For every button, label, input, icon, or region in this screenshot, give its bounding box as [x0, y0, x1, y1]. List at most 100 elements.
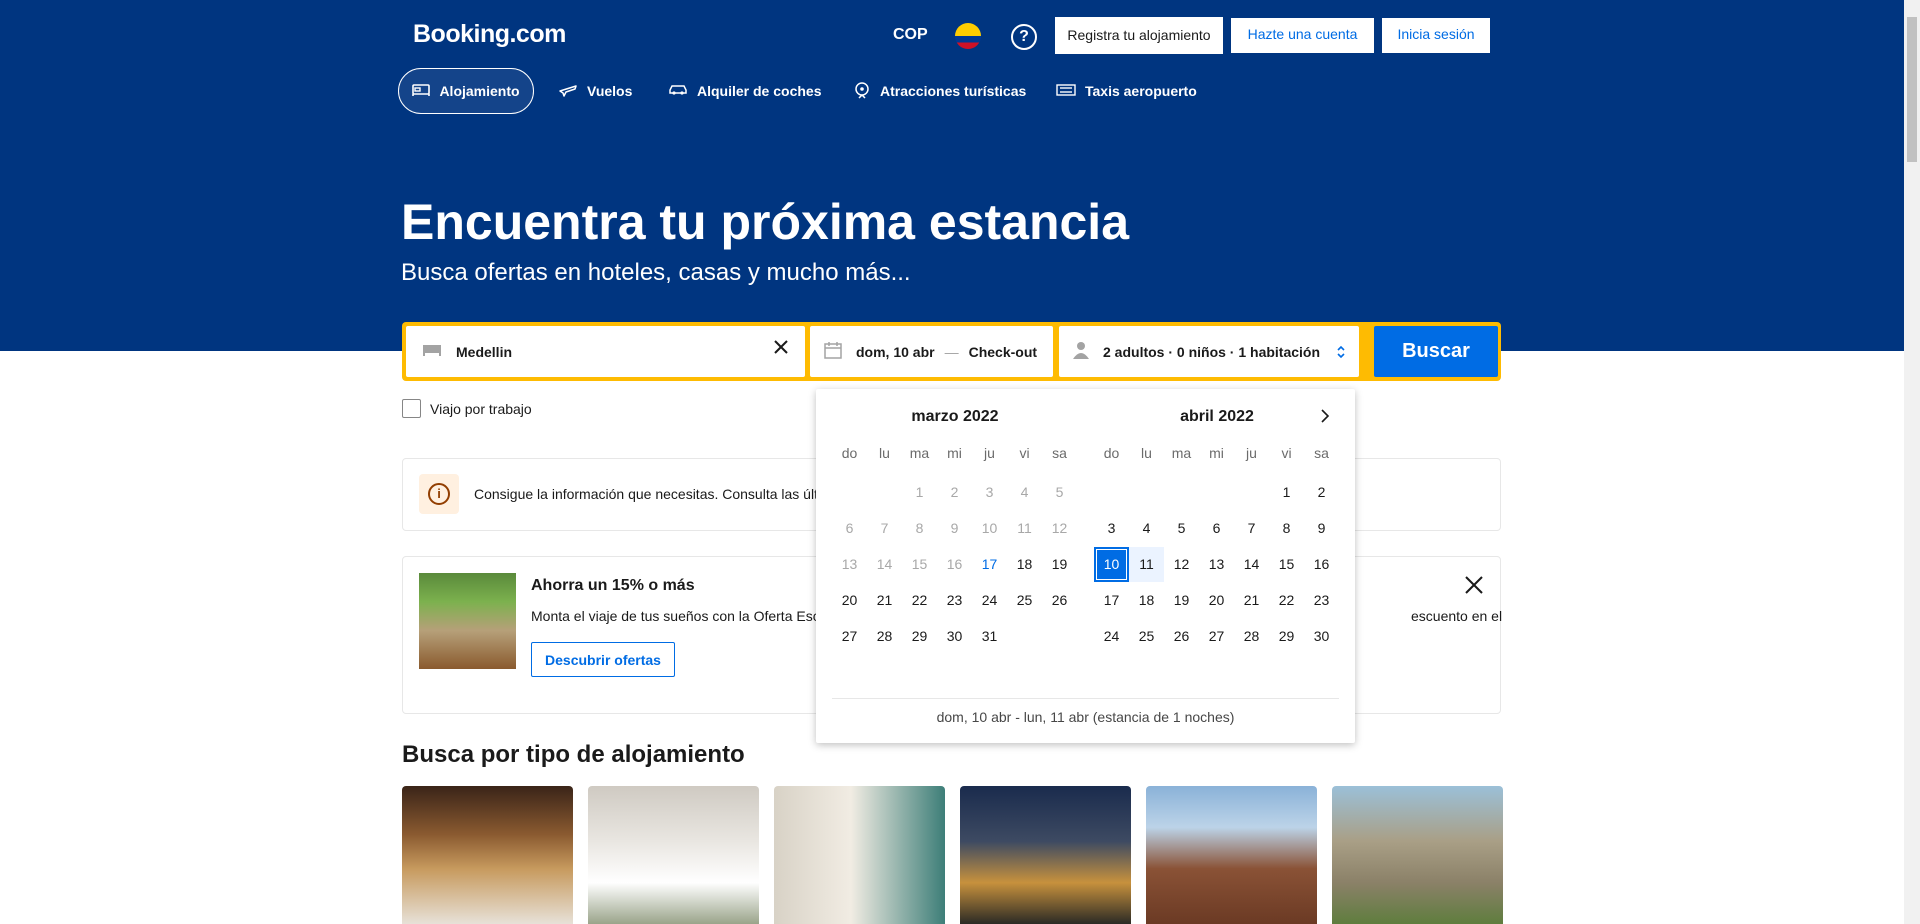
calendar-day[interactable]: 7	[1234, 511, 1269, 546]
calendar-day[interactable]: 26	[1042, 583, 1077, 618]
calendar-day[interactable]: 21	[867, 583, 902, 618]
calendar-day[interactable]: 25	[1007, 583, 1042, 618]
calendar-day[interactable]: 20	[832, 583, 867, 618]
calendar-day: 1	[915, 484, 924, 500]
car-icon	[668, 83, 688, 100]
promo-text: Monta el viaje de tus sueños con la Ofer…	[531, 608, 828, 624]
calendar-day[interactable]: 22	[902, 583, 937, 618]
calendar-day[interactable]: 8	[1269, 511, 1304, 546]
work-trip-checkbox[interactable]	[402, 399, 421, 418]
calendar-day[interactable]: 11	[1129, 547, 1164, 582]
nav-label: Taxis aeropuerto	[1085, 83, 1197, 99]
currency-selector[interactable]: COP	[893, 26, 928, 44]
nav-tab-airport-taxis[interactable]: Taxis aeropuerto	[1056, 68, 1197, 114]
chevron-right-icon[interactable]	[1320, 407, 1330, 428]
calendar-day[interactable]: 6	[1199, 511, 1234, 546]
weekday-label: ju	[1246, 445, 1257, 461]
calendar-day[interactable]: 13	[1199, 547, 1234, 582]
weekday-label: do	[841, 445, 858, 461]
calendar-day[interactable]: 28	[867, 619, 902, 654]
property-type-card-hotels[interactable]	[402, 786, 573, 924]
discover-deals-button[interactable]: Descubrir ofertas	[531, 642, 675, 677]
weekday-label: ma	[909, 445, 930, 461]
calendar-day[interactable]: 18	[1007, 547, 1042, 582]
calendar-day: 8	[915, 520, 924, 536]
calendar-day[interactable]: 29	[902, 619, 937, 654]
calendar-day: 15	[911, 556, 928, 572]
calendar-day[interactable]: 1	[1269, 475, 1304, 510]
calendar-day[interactable]: 19	[1164, 583, 1199, 618]
calendar-day: 12	[1051, 520, 1068, 536]
property-type-card-cottages[interactable]	[1332, 786, 1503, 924]
weekday-label: do	[1103, 445, 1120, 461]
attractions-icon	[853, 81, 871, 102]
calendar-day: 7	[880, 520, 889, 536]
calendar-day[interactable]: 22	[1269, 583, 1304, 618]
close-icon[interactable]	[1464, 571, 1484, 602]
calendar-day[interactable]: 18	[1129, 583, 1164, 618]
checkout-value[interactable]: Check-out	[969, 344, 1037, 360]
nav-tab-attractions[interactable]: Atracciones turísticas	[853, 68, 1026, 114]
calendar-day[interactable]: 28	[1234, 619, 1269, 654]
calendar-day: 16	[946, 556, 963, 572]
sign-in-button[interactable]: Inicia sesión	[1382, 18, 1490, 53]
calendar-day[interactable]: 17	[1094, 583, 1129, 618]
calendar-day[interactable]: 15	[1269, 547, 1304, 582]
calendar-day[interactable]: 23	[1304, 583, 1339, 618]
calendar-day[interactable]: 4	[1129, 511, 1164, 546]
work-trip-option[interactable]: Viajo por trabajo	[402, 399, 532, 418]
weekday-label: lu	[1141, 445, 1152, 461]
calendar-day[interactable]: 24	[1094, 619, 1129, 654]
property-type-card-villas[interactable]	[960, 786, 1131, 924]
search-button[interactable]: Buscar	[1374, 326, 1498, 377]
calendar-day[interactable]: 12	[1164, 547, 1199, 582]
calendar-day[interactable]: 5	[1164, 511, 1199, 546]
destination-input[interactable]: Medellin	[456, 344, 512, 360]
property-type-card-cabins[interactable]	[1146, 786, 1317, 924]
dates-field[interactable]: dom, 10 abr — Check-out	[810, 326, 1053, 377]
nav-tab-stays[interactable]: Alojamiento	[398, 68, 534, 114]
calendar-day[interactable]: 26	[1164, 619, 1199, 654]
calendar-day[interactable]: 27	[832, 619, 867, 654]
nav-tab-car-rental[interactable]: Alquiler de coches	[668, 68, 821, 114]
calendar-day[interactable]: 29	[1269, 619, 1304, 654]
calendar-day[interactable]: 30	[1304, 619, 1339, 654]
calendar-day[interactable]: 30	[937, 619, 972, 654]
calendar-day[interactable]: 2	[1304, 475, 1339, 510]
weekday-label: vi	[1281, 445, 1292, 461]
clear-icon[interactable]	[772, 338, 790, 359]
weekday-label: sa	[1314, 445, 1329, 461]
calendar-day[interactable]: 17	[972, 547, 1007, 582]
calendar-day[interactable]: 21	[1234, 583, 1269, 618]
list-property-button[interactable]: Registra tu alojamiento	[1055, 17, 1223, 54]
calendar-day[interactable]: 10	[1094, 547, 1129, 582]
calendar-day[interactable]: 27	[1199, 619, 1234, 654]
calendar-day[interactable]: 3	[1094, 511, 1129, 546]
language-flag-icon[interactable]	[955, 23, 981, 49]
calendar-day[interactable]: 9	[1304, 511, 1339, 546]
nav-tab-flights[interactable]: Vuelos	[558, 68, 632, 114]
guests-field[interactable]: 2 adultos · 0 niños · 1 habitación	[1059, 326, 1359, 377]
booking-logo[interactable]: Booking.com	[413, 20, 566, 49]
destination-field[interactable]: Medellin	[406, 326, 805, 377]
calendar-day[interactable]: 14	[1234, 547, 1269, 582]
property-type-card-apartments[interactable]	[588, 786, 759, 924]
date-picker: marzo 2022 do lu ma mi ju vi sa 1 2 3 4 5 6 7 8 9 10 11 12…	[816, 389, 1355, 743]
info-text: Consigue la información que necesitas. C…	[474, 486, 822, 502]
guests-value: 2 adultos · 0 niños · 1 habitación	[1103, 343, 1321, 360]
scrollbar-thumb[interactable]	[1907, 17, 1917, 162]
info-icon: i	[419, 474, 459, 514]
calendar-day[interactable]: 31	[972, 619, 1007, 654]
calendar-day[interactable]: 25	[1129, 619, 1164, 654]
weekday-label: ma	[1171, 445, 1192, 461]
help-icon[interactable]: ?	[1011, 24, 1037, 50]
calendar-day[interactable]: 19	[1042, 547, 1077, 582]
calendar-day[interactable]: 23	[937, 583, 972, 618]
calendar-day[interactable]: 24	[972, 583, 1007, 618]
calendar-day[interactable]: 20	[1199, 583, 1234, 618]
calendar-day[interactable]: 16	[1304, 547, 1339, 582]
register-button[interactable]: Hazte una cuenta	[1231, 18, 1374, 53]
weekday-label: mi	[1209, 445, 1224, 461]
property-type-card-resorts[interactable]	[774, 786, 945, 924]
checkin-value[interactable]: dom, 10 abr	[856, 344, 935, 360]
